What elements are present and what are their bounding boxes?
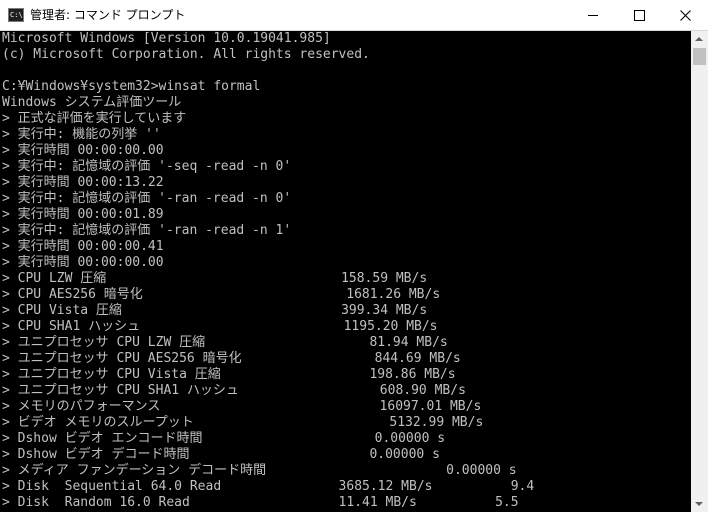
console-line: > ユニプロセッサ CPU LZW 圧縮 81.94 MB/s	[2, 335, 448, 350]
console-line: > Disk Random 16.0 Read 11.41 MB/s 5.5	[2, 495, 519, 510]
console-line: > ユニプロセッサ CPU Vista 圧縮 198.86 MB/s	[2, 367, 456, 382]
vertical-scrollbar[interactable]	[691, 31, 708, 512]
console-line: > CPU Vista 圧縮 399.34 MB/s	[2, 303, 428, 318]
scroll-up-button[interactable]	[691, 31, 708, 48]
maximize-button[interactable]	[616, 0, 662, 31]
console-line: Microsoft Windows [Version 10.0.19041.98…	[2, 31, 331, 46]
console-line: > 実行中: 記憶域の評価 '-ran -read -n 1'	[2, 223, 292, 238]
console-line: > 実行中: 機能の列挙 ''	[2, 127, 161, 142]
title-bar[interactable]: C:\. 管理者: コマンド プロンプト	[0, 0, 708, 31]
console-line: > 実行時間 00:00:00.00	[2, 143, 164, 158]
console-line: > 実行時間 00:00:00.41	[2, 239, 164, 254]
console-line: > Dshow ビデオ デコード時間 0.00000 s	[2, 447, 440, 462]
minimize-icon	[588, 15, 598, 16]
scroll-down-button[interactable]	[691, 495, 708, 512]
console-line: C:¥Windows¥system32>winsat formal	[2, 79, 261, 94]
close-icon	[679, 10, 691, 21]
command-prompt-window: C:\. 管理者: コマンド プロンプト Microsoft Windows […	[0, 0, 708, 512]
cmd-app-icon[interactable]: C:\.	[8, 8, 27, 22]
console-line: > ビデオ メモリのスループット 5132.99 MB/s	[2, 415, 484, 430]
console-line: > 実行中: 記憶域の評価 '-ran -read -n 0'	[2, 191, 292, 206]
console-line: > 正式な評価を実行しています	[2, 111, 187, 126]
window-title: 管理者: コマンド プロンプト	[30, 8, 186, 22]
maximize-icon	[633, 10, 645, 21]
console-line: Windows システム評価ツール	[2, 95, 182, 110]
console-line: > CPU LZW 圧縮 158.59 MB/s	[2, 271, 428, 286]
console-line: > メディア ファンデーション デコード時間 0.00000 s	[2, 463, 517, 478]
console-line: > Disk Sequential 64.0 Read 3685.12 MB/s…	[2, 479, 535, 494]
scrollbar-thumb[interactable]	[693, 48, 706, 65]
console-line: > 実行時間 00:00:00.00	[2, 255, 164, 270]
console-line: > メモリのパフォーマンス 16097.01 MB/s	[2, 399, 482, 414]
console-line: > ユニプロセッサ CPU SHA1 ハッシュ 608.90 MB/s	[2, 383, 466, 398]
console-line: > Dshow ビデオ エンコード時間 0.00000 s	[2, 431, 446, 446]
console-line: > ユニプロセッサ CPU AES256 暗号化 844.69 MB/s	[2, 351, 461, 366]
console-output[interactable]: Microsoft Windows [Version 10.0.19041.98…	[0, 31, 691, 512]
cmd-app-icon-label: C:\.	[10, 11, 27, 19]
console-line: > 実行時間 00:00:01.89	[2, 207, 164, 222]
console-line: > CPU SHA1 ハッシュ 1195.20 MB/s	[2, 319, 438, 334]
minimize-button[interactable]	[570, 0, 616, 31]
console-line: (c) Microsoft Corporation. All rights re…	[2, 47, 370, 62]
console-line: > CPU AES256 暗号化 1681.26 MB/s	[2, 287, 441, 302]
console-line: > 実行中: 記憶域の評価 '-seq -read -n 0'	[2, 159, 292, 174]
chevron-down-icon	[695, 502, 703, 506]
close-button[interactable]	[662, 0, 708, 31]
chevron-up-icon	[695, 37, 703, 41]
console-line: > 実行時間 00:00:13.22	[2, 175, 164, 190]
